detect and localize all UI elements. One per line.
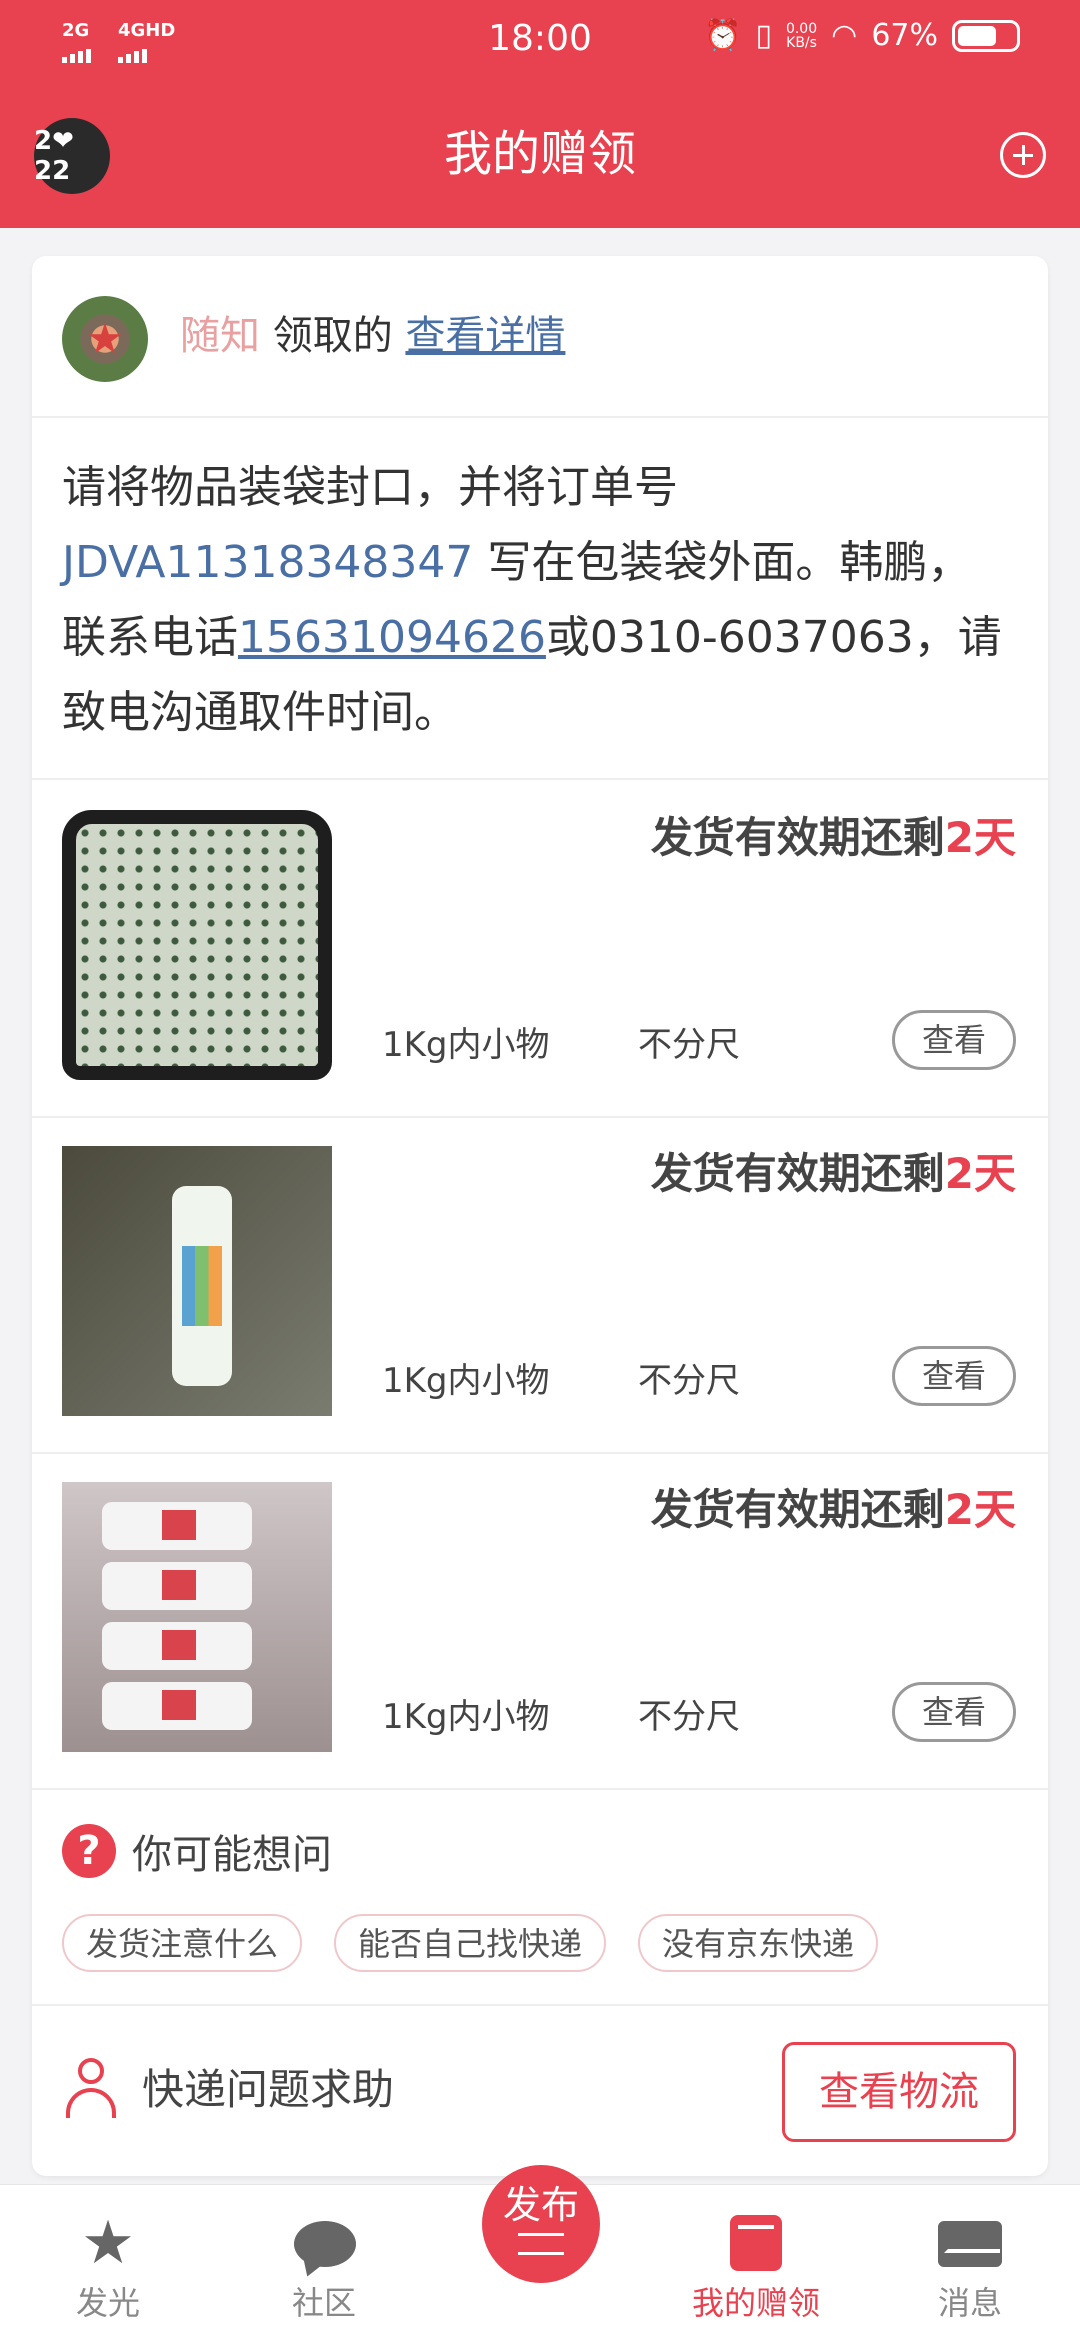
expiry-text: 发货有效期还剩2天: [651, 1480, 1016, 1540]
star-icon: ★: [81, 2208, 135, 2278]
giver-name[interactable]: 随知: [180, 313, 260, 359]
nav-label: 社区: [291, 2284, 356, 2322]
giver-row: ★ 随知 领取的 查看详情: [32, 256, 1048, 418]
giver-action: 领取的: [260, 313, 406, 359]
book-icon: [730, 2215, 782, 2271]
mail-icon: [938, 2221, 1002, 2267]
faq-section: ? 你可能想问 发货注意什么 能否自己找快递 没有京东快递: [32, 1794, 1048, 2006]
net-speed-unit: KB/s: [786, 34, 817, 51]
claim-card: ★ 随知 领取的 查看详情 请将物品装袋封口，并将订单号 JDVA1131834…: [32, 256, 1048, 2176]
wifi-icon: ◠: [831, 18, 858, 53]
gift-item: 发货有效期还剩2天 1Kg内小物 不分尺 查看: [32, 1452, 1048, 1790]
view-button[interactable]: 查看: [892, 1010, 1016, 1070]
nav-label: 发光: [75, 2284, 140, 2322]
faq-chips: 发货注意什么 能否自己找快递 没有京东快递: [62, 1914, 879, 1972]
item-weight: 1Kg内小物: [382, 1361, 550, 1401]
avatar[interactable]: ★: [62, 296, 148, 382]
person-icon: [66, 2058, 116, 2118]
track-shipment-button[interactable]: 查看物流: [782, 2042, 1016, 2142]
giver-text: 随知 领取的 查看详情: [180, 308, 565, 364]
instructions-text-1: 请将物品装袋封口，并将订单号: [62, 462, 678, 513]
top-bar: 2G 4GHD 18:00 ⏰ ▯ 0.00 KB/s ◠ 67% 2❤22 我的…: [0, 0, 1080, 228]
item-image-mask[interactable]: [62, 810, 332, 1080]
view-button[interactable]: 查看: [892, 1346, 1016, 1406]
faq-chip[interactable]: 发货注意什么: [62, 1914, 303, 1972]
item-image-spray-bottle[interactable]: [62, 1146, 332, 1416]
battery-icon: [952, 19, 1020, 52]
publish-button[interactable]: 发布: [482, 2165, 600, 2283]
faq-chip[interactable]: 能否自己找快递: [334, 1914, 607, 1972]
item-weight: 1Kg内小物: [382, 1025, 550, 1065]
net-speed: 0.00 KB/s: [786, 22, 817, 50]
courier-help-title[interactable]: 快递问题求助: [142, 2062, 394, 2118]
faq-chip[interactable]: 没有京东快递: [638, 1914, 879, 1972]
alarm-icon: ⏰: [704, 18, 742, 53]
expiry-days: 2天: [944, 813, 1016, 862]
add-icon[interactable]: [1000, 132, 1046, 178]
nav-item-messages[interactable]: 消息: [890, 2185, 1050, 2341]
item-image-spray-bottles[interactable]: [62, 1482, 332, 1752]
nav-label: 我的赠领: [691, 2284, 820, 2322]
shipping-instructions: 请将物品装袋封口，并将订单号 JDVA11318348347 写在包装袋外面。韩…: [62, 450, 1012, 750]
item-size: 不分尺: [638, 1361, 740, 1401]
courier-help: 快递问题求助 查看物流: [32, 2006, 1048, 2176]
question-icon: ?: [62, 1824, 116, 1878]
bottom-nav: ★ 发光 社区 发布 我的赠领 消息: [0, 2165, 1080, 2341]
page-title: 我的赠领: [443, 126, 636, 182]
expiry-text: 发货有效期还剩2天: [651, 1144, 1016, 1204]
menu-lines-icon: [518, 2233, 564, 2255]
expiry-label: 发货有效期还剩: [650, 1485, 945, 1534]
nav-label: 消息: [937, 2284, 1002, 2322]
view-button[interactable]: 查看: [892, 1682, 1016, 1742]
item-size: 不分尺: [638, 1025, 740, 1065]
status-right: ⏰ ▯ 0.00 KB/s ◠ 67%: [704, 18, 1020, 53]
expiry-label: 发货有效期还剩: [650, 813, 945, 862]
item-weight: 1Kg内小物: [382, 1697, 550, 1737]
faq-title: 你可能想问: [132, 1832, 332, 1878]
publish-label: 发布: [502, 2183, 579, 2227]
phone-link[interactable]: 15631094626: [238, 612, 546, 663]
item-size: 不分尺: [638, 1697, 740, 1737]
status-bar: 2G 4GHD 18:00 ⏰ ▯ 0.00 KB/s ◠ 67%: [0, 0, 1080, 80]
gift-item: 发货有效期还剩2天 1Kg内小物 不分尺 查看: [32, 780, 1048, 1118]
vibrate-icon: ▯: [755, 18, 772, 53]
order-number: JDVA11318348347: [62, 537, 474, 588]
nav-item-community[interactable]: 社区: [244, 2185, 404, 2341]
view-detail-link[interactable]: 查看详情: [405, 313, 565, 359]
chat-bubble-icon: [294, 2221, 356, 2267]
battery-percent: 67%: [871, 18, 938, 53]
nav-item-glow[interactable]: ★ 发光: [28, 2185, 188, 2341]
expiry-label: 发货有效期还剩: [650, 1149, 945, 1198]
expiry-text: 发货有效期还剩2天: [651, 808, 1016, 868]
nav-item-my-gifts[interactable]: 我的赠领: [676, 2185, 836, 2341]
star-badge-icon: ★: [86, 314, 124, 363]
expiry-days: 2天: [944, 1485, 1016, 1534]
expiry-days: 2天: [944, 1149, 1016, 1198]
gift-item: 发货有效期还剩2天 1Kg内小物 不分尺 查看: [32, 1116, 1048, 1454]
